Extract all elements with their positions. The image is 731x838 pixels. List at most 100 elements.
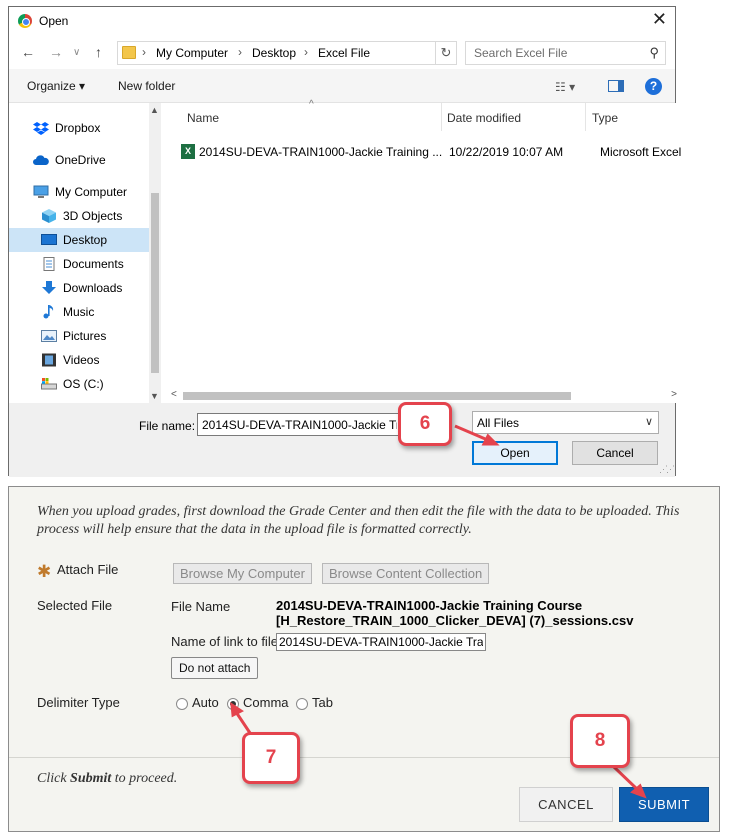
file-name-cell: 2014SU-DEVA-TRAIN1000-Jackie Training ..…	[199, 145, 443, 159]
upload-grades-panel: When you upload grades, first download t…	[8, 486, 720, 832]
chevron-right-icon: ›	[142, 45, 146, 59]
view-options-icon[interactable]: ☷ ▾	[555, 80, 575, 94]
nav-item-downloads[interactable]: Downloads	[9, 276, 149, 300]
folder-icon	[122, 46, 136, 59]
dialog-footer: File name: All Files ∨ Open Cancel ⋰⋰	[9, 403, 675, 477]
radio-label-auto[interactable]: Auto	[192, 695, 219, 710]
nav-item-onedrive[interactable]: OneDrive	[9, 148, 149, 172]
desktop-icon	[41, 234, 57, 245]
nav-item-pictures[interactable]: Pictures	[9, 324, 149, 348]
nav-item-music[interactable]: Music	[9, 300, 149, 324]
nav-scrollbar[interactable]: ▲ ▼	[149, 103, 161, 403]
selected-file-label: Selected File	[37, 598, 113, 613]
file-name-input[interactable]	[197, 413, 402, 436]
search-icon[interactable]: ⚲	[649, 45, 659, 61]
column-header-date[interactable]: Date modified	[447, 111, 521, 125]
chevron-right-icon: ›	[238, 45, 242, 59]
nav-label: OneDrive	[55, 153, 106, 167]
radio-tab[interactable]	[296, 698, 308, 710]
hint-text: Click	[37, 771, 71, 786]
cancel-button[interactable]: CANCEL	[519, 787, 613, 822]
back-arrow-icon[interactable]: ←	[21, 44, 35, 60]
nav-item-3d-objects[interactable]: 3D Objects	[9, 204, 149, 228]
scroll-thumb[interactable]	[183, 392, 571, 400]
nav-label: Downloads	[63, 281, 123, 295]
callout-step-6: 6	[398, 402, 452, 446]
forward-arrow-icon[interactable]: →	[49, 44, 63, 60]
delimiter-type-label: Delimiter Type	[37, 695, 120, 710]
address-bar[interactable]: › My Computer › Desktop › Excel File ∨	[117, 41, 455, 65]
preview-pane-icon[interactable]	[608, 80, 624, 92]
nav-label: 3D Objects	[63, 209, 123, 223]
do-not-attach-button[interactable]: Do not attach	[171, 657, 259, 679]
selected-file-name: 2014SU-DEVA-TRAIN1000-Jackie Training Co…	[276, 598, 696, 628]
close-icon[interactable]: ✕	[652, 9, 667, 30]
chevron-down-icon[interactable]: ▼	[150, 391, 159, 401]
search-input[interactable]	[472, 43, 642, 63]
nav-item-my-computer[interactable]: My Computer	[9, 180, 149, 204]
music-icon	[43, 305, 54, 319]
radio-label-tab[interactable]: Tab	[312, 695, 333, 710]
videos-icon	[42, 353, 56, 367]
column-header-name[interactable]: Name	[187, 111, 219, 125]
breadcrumb-desktop[interactable]: Desktop	[252, 46, 296, 60]
dropbox-icon	[33, 122, 49, 135]
attach-file-label: Attach File	[57, 562, 119, 577]
chevron-right-icon: ›	[304, 45, 308, 59]
help-icon[interactable]: ?	[645, 78, 662, 95]
refresh-icon[interactable]: ↻	[435, 41, 457, 65]
column-divider[interactable]	[585, 103, 586, 131]
nav-label: Music	[63, 305, 95, 319]
radio-comma[interactable]	[227, 698, 239, 710]
radio-auto[interactable]	[176, 698, 188, 710]
browse-content-collection-button[interactable]: Browse Content Collection	[322, 563, 490, 584]
nav-item-desktop[interactable]: Desktop	[9, 228, 149, 252]
open-button[interactable]: Open	[472, 441, 558, 465]
callout-step-7: 7	[242, 732, 300, 784]
chevron-left-icon[interactable]: <	[171, 389, 177, 400]
dialog-cancel-button[interactable]: Cancel	[572, 441, 658, 465]
file-name-line: [H_Restore_TRAIN_1000_Clicker_DEVA] (7)_…	[276, 613, 634, 628]
submit-hint: Click Submit to proceed.	[37, 771, 177, 787]
address-bar-row: ← → ∨ ↑ › My Computer › Desktop › Excel …	[9, 35, 675, 69]
link-name-input[interactable]	[276, 633, 486, 651]
excel-file-icon: X	[181, 144, 195, 159]
file-type-cell: Microsoft Excel	[600, 145, 682, 159]
file-name-label: File Name	[171, 599, 231, 614]
recent-dropdown-icon[interactable]: ∨	[73, 47, 80, 58]
search-box[interactable]: ⚲	[465, 41, 666, 65]
chevron-right-icon[interactable]: >	[671, 389, 677, 400]
scroll-thumb[interactable]	[151, 193, 159, 373]
horizontal-scrollbar[interactable]: < >	[171, 389, 677, 403]
nav-label: Desktop	[63, 233, 108, 247]
nav-item-os-c[interactable]: OS (C:)	[9, 372, 149, 396]
chevron-up-icon[interactable]: ▲	[150, 105, 159, 115]
new-folder-button[interactable]: New folder	[118, 79, 175, 93]
file-type-select[interactable]: All Files ∨	[472, 411, 659, 434]
nav-item-documents[interactable]: Documents	[9, 252, 149, 276]
nav-label: Videos	[63, 353, 100, 367]
sort-ascending-icon: ^	[309, 99, 314, 110]
breadcrumb-my-computer[interactable]: My Computer	[156, 46, 228, 60]
breadcrumb-excel-file[interactable]: Excel File	[318, 46, 370, 60]
organize-button[interactable]: Organize ▾	[27, 79, 85, 93]
hint-text: to proceed.	[111, 771, 178, 786]
resize-grip-icon[interactable]: ⋰⋰	[659, 464, 675, 475]
download-icon	[42, 281, 56, 294]
submit-button[interactable]: SUBMIT	[619, 787, 709, 822]
column-header-type[interactable]: Type	[592, 111, 618, 125]
computer-icon	[33, 185, 49, 198]
file-name-label: File name:	[139, 419, 196, 433]
radio-label-comma[interactable]: Comma	[243, 695, 289, 710]
nav-item-videos[interactable]: Videos	[9, 348, 149, 372]
file-open-dialog: Open ✕ ← → ∨ ↑ › My Computer › Desktop ›…	[8, 6, 681, 477]
required-asterisk-icon: ✱	[37, 562, 52, 581]
column-divider[interactable]	[441, 103, 442, 131]
file-row[interactable]: X 2014SU-DEVA-TRAIN1000-Jackie Training …	[181, 143, 681, 163]
hint-bold: Submit	[70, 771, 112, 786]
nav-item-dropbox[interactable]: Dropbox	[9, 116, 149, 140]
browse-my-computer-button[interactable]: Browse My Computer	[173, 563, 312, 584]
upload-instructions: When you upload grades, first download t…	[37, 504, 680, 537]
up-arrow-icon[interactable]: ↑	[95, 44, 102, 60]
file-type-value: All Files	[477, 416, 520, 430]
